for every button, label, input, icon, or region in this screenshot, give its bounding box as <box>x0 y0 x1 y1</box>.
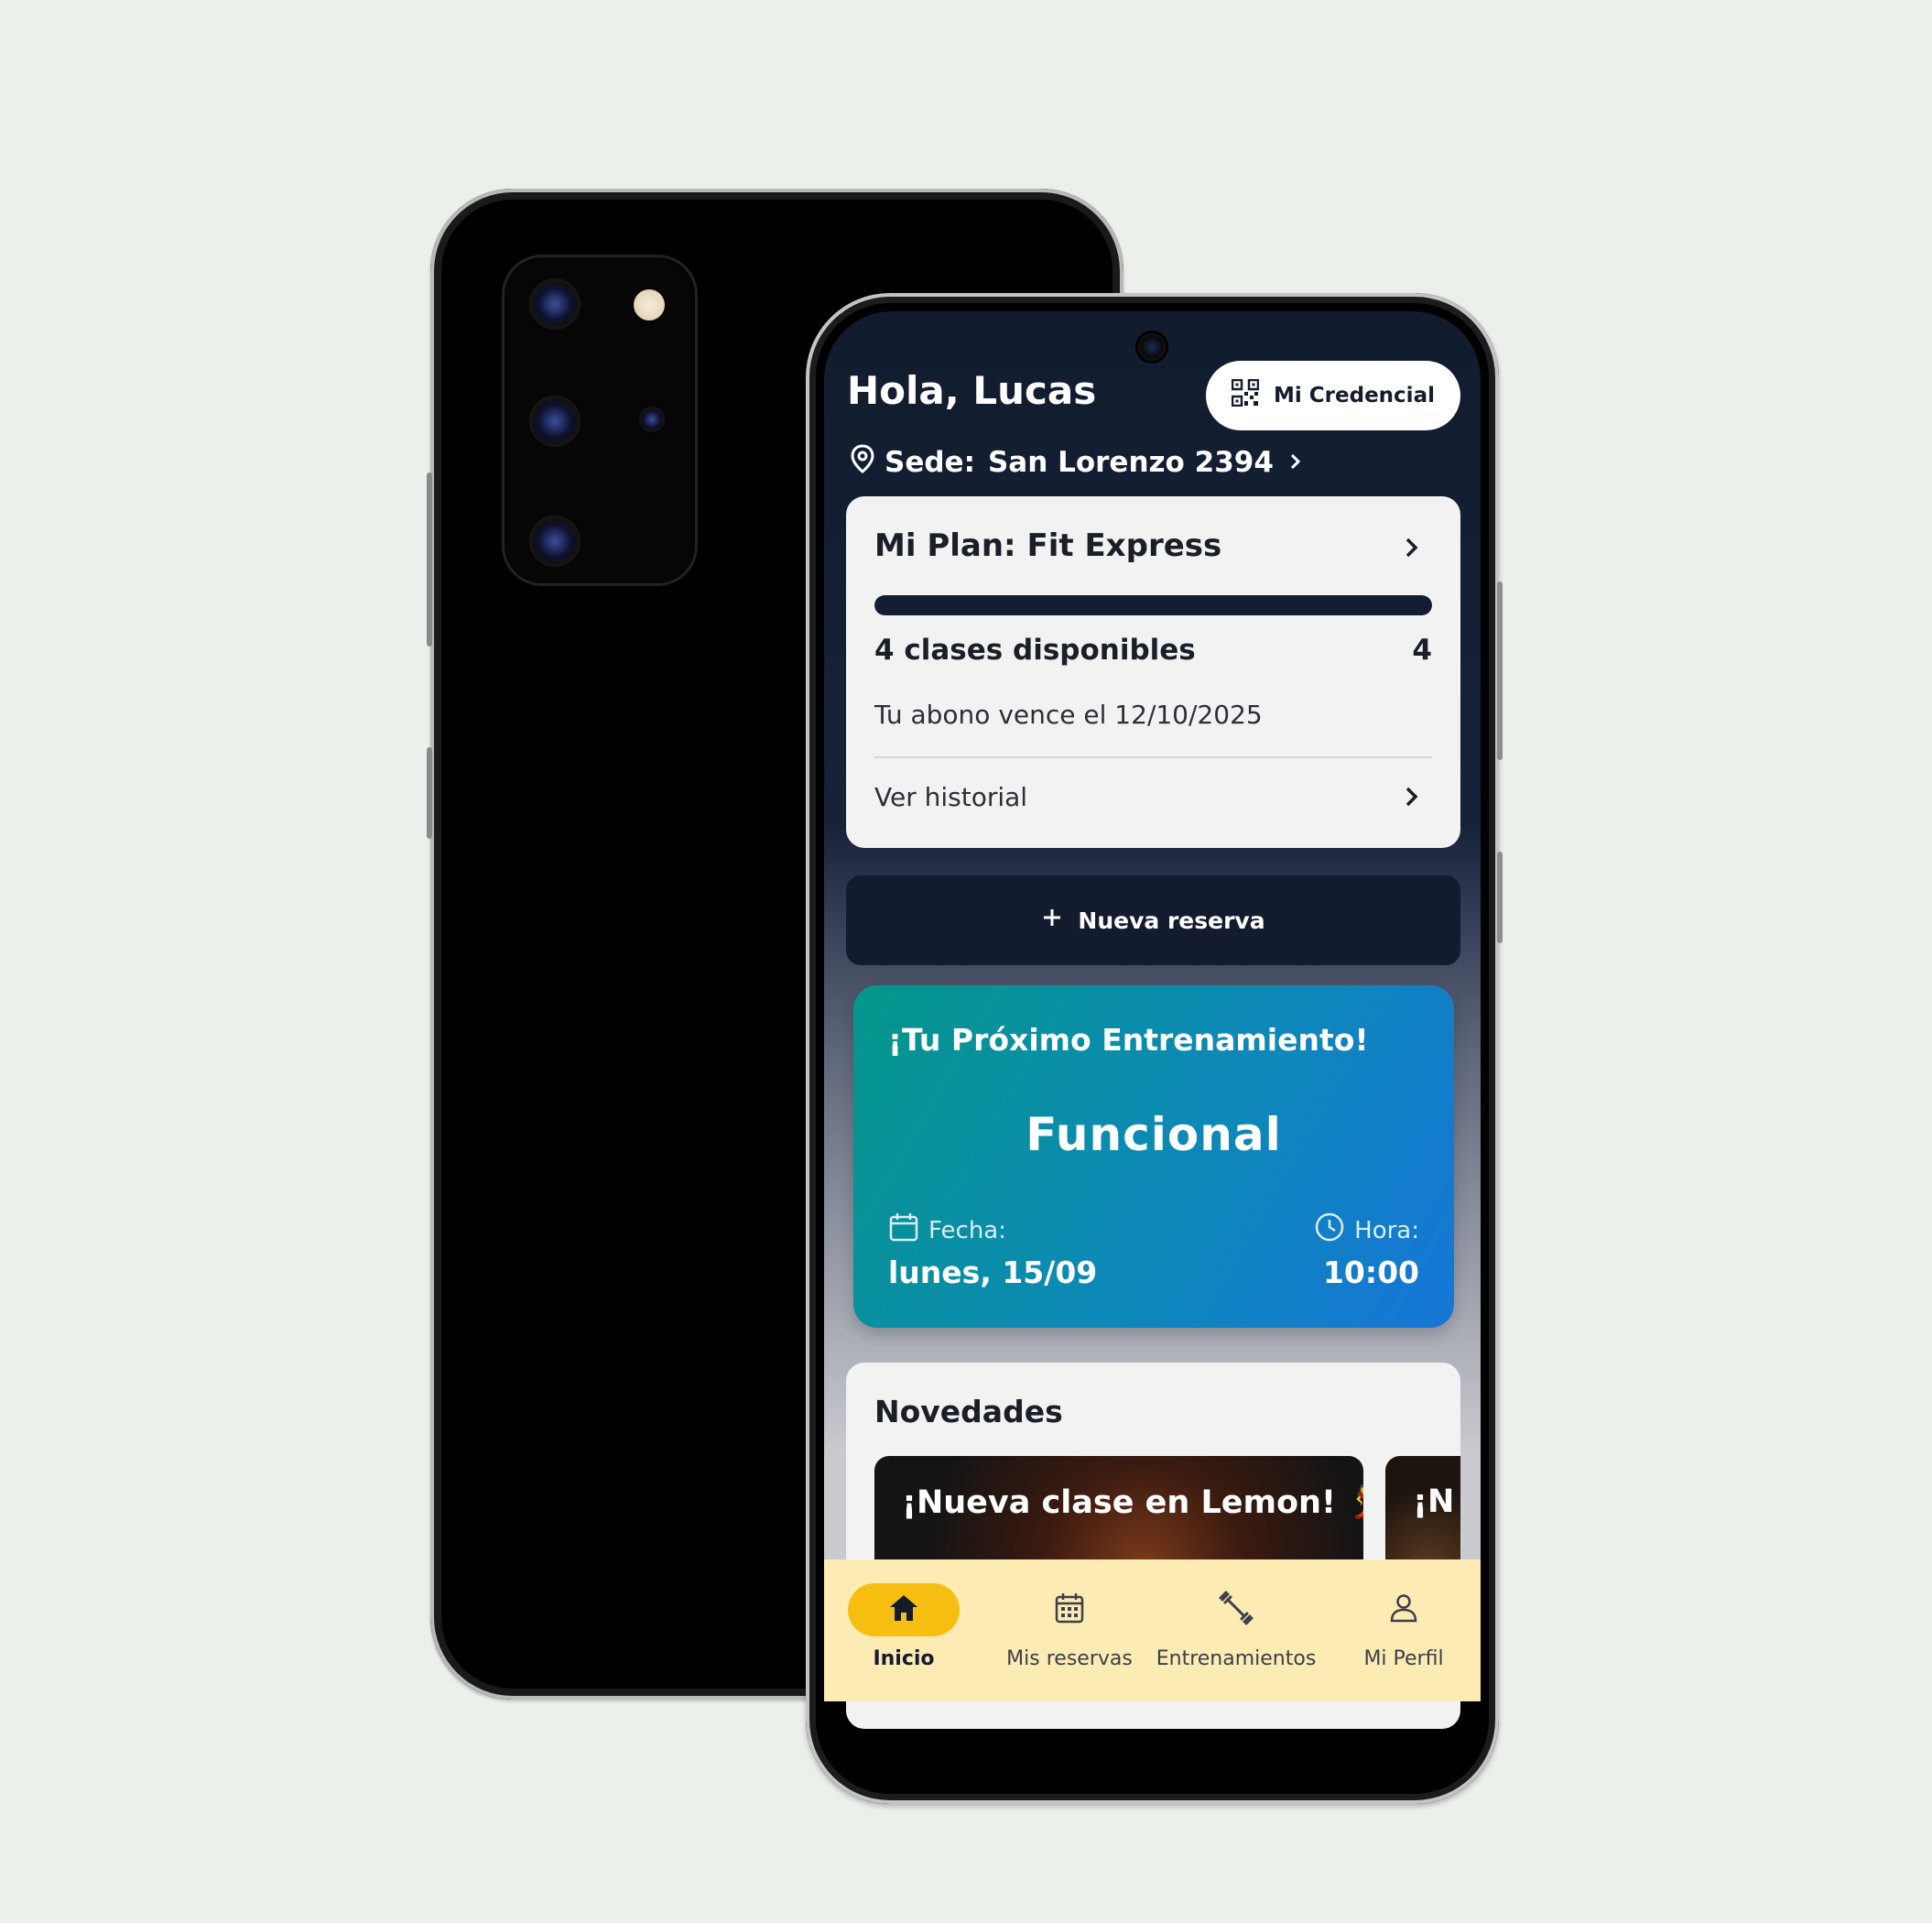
camera-lens-icon <box>529 278 581 330</box>
home-screen: Hola, Lucas Mi Credencial Sede: San Lore… <box>824 311 1481 1729</box>
sensor-icon <box>639 407 665 432</box>
classes-available-label: 4 clases disponibles <box>874 634 1196 667</box>
location-pin-icon <box>850 444 875 481</box>
dumbbell-icon <box>1218 1590 1254 1630</box>
side-button <box>1497 581 1503 760</box>
sede-value: San Lorenzo 2394 <box>987 446 1274 479</box>
side-button <box>427 473 432 646</box>
nav-label: Inicio <box>873 1647 935 1670</box>
new-reservation-label: Nueva reserva <box>1078 907 1265 934</box>
nav-pill <box>848 1583 960 1636</box>
news-item-headline: ¡Nueva clase en Lemon! 💃 <box>902 1484 1363 1521</box>
sede-selector[interactable]: Sede: San Lorenzo 2394 <box>850 444 1303 481</box>
sede-label: Sede: <box>885 446 975 479</box>
plan-title[interactable]: Mi Plan: Fit Express <box>874 527 1221 564</box>
side-button <box>427 747 432 839</box>
plan-expiry-text: Tu abono vence el 12/10/2025 <box>874 700 1263 730</box>
camera-lens-icon <box>529 516 581 567</box>
bottom-navigation: Inicio Mis reservas Entrenamientos Mi Pe… <box>824 1559 1481 1701</box>
chevron-right-icon[interactable] <box>1403 784 1421 813</box>
camera-module <box>502 255 698 586</box>
nav-item-inicio[interactable]: Inicio <box>824 1583 985 1670</box>
next-training-title: ¡Tu Próximo Entrenamiento! <box>888 1022 1369 1058</box>
history-link[interactable]: Ver historial <box>874 782 1027 812</box>
plus-icon <box>1041 907 1063 934</box>
home-icon <box>887 1592 920 1627</box>
next-training-card[interactable]: ¡Tu Próximo Entrenamiento! Funcional Fec… <box>853 985 1454 1328</box>
qr-code-icon <box>1231 378 1260 412</box>
clock-icon <box>1314 1211 1345 1249</box>
nav-pill <box>1180 1583 1292 1636</box>
person-icon <box>1387 1592 1420 1628</box>
new-reservation-button[interactable]: Nueva reserva <box>846 875 1460 965</box>
greeting-title: Hola, Lucas <box>847 368 1097 413</box>
calendar-icon <box>1053 1592 1086 1628</box>
next-training-class: Funcional <box>1026 1108 1282 1161</box>
camera-lens-icon <box>529 396 581 447</box>
news-item-headline: ¡N <box>1413 1483 1455 1520</box>
progress-fill <box>874 595 1432 615</box>
nav-pill <box>1014 1583 1125 1636</box>
nav-label: Mi Perfil <box>1363 1647 1444 1670</box>
side-button <box>1497 852 1503 943</box>
chevron-right-icon <box>1288 446 1303 479</box>
date-label: Fecha: <box>928 1216 1006 1244</box>
classes-available-count: 4 <box>1412 634 1432 667</box>
time-meta: Hora: <box>1314 1211 1419 1249</box>
date-value: lunes, 15/09 <box>888 1255 1098 1290</box>
classes-progress-bar <box>874 595 1432 615</box>
nav-label: Mis reservas <box>1006 1647 1133 1670</box>
phone-screen: Hola, Lucas Mi Credencial Sede: San Lore… <box>824 311 1481 1786</box>
news-title: Novedades <box>874 1394 1063 1429</box>
credential-button-label: Mi Credencial <box>1274 384 1435 407</box>
flash-icon <box>634 289 665 320</box>
chevron-right-icon[interactable] <box>1403 535 1421 564</box>
time-value: 10:00 <box>1322 1255 1419 1290</box>
nav-label: Entrenamientos <box>1156 1647 1317 1670</box>
front-camera-icon <box>1138 333 1166 361</box>
plan-card: Mi Plan: Fit Express 4 clases disponible… <box>846 496 1460 848</box>
nav-pill <box>1348 1583 1460 1636</box>
nav-item-mis-reservas[interactable]: Mis reservas <box>988 1583 1151 1670</box>
divider <box>874 756 1432 758</box>
time-label: Hora: <box>1354 1216 1419 1244</box>
calendar-icon <box>888 1211 919 1249</box>
credential-button[interactable]: Mi Credencial <box>1206 361 1460 430</box>
nav-item-mi-perfil[interactable]: Mi Perfil <box>1322 1583 1481 1670</box>
date-meta: Fecha: <box>888 1211 1006 1249</box>
nav-item-entrenamientos[interactable]: Entrenamientos <box>1155 1583 1318 1670</box>
front-phone: Hola, Lucas Mi Credencial Sede: San Lore… <box>806 293 1503 1804</box>
